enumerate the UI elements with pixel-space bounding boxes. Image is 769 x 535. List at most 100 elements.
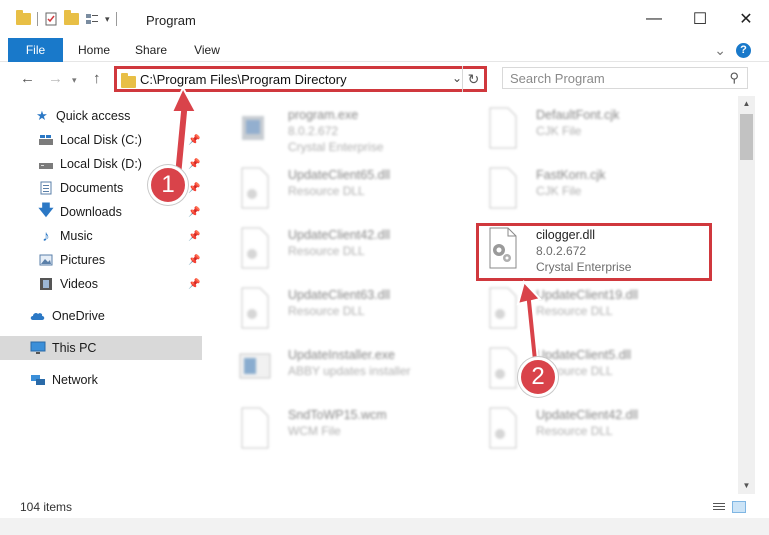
bottom-edge: [0, 518, 769, 535]
file-item[interactable]: UpdateClient5.dll Resource DLL: [474, 340, 714, 396]
step-1-badge: 1: [148, 165, 188, 205]
up-arrow-icon[interactable]: ↑: [93, 70, 101, 87]
vertical-scrollbar[interactable]: ▲ ▼: [738, 96, 755, 494]
file-item[interactable]: UpdateClient42.dll Resource DLL: [474, 400, 714, 456]
dll-file-icon: [241, 287, 269, 329]
cloud-icon: [30, 308, 46, 324]
search-input[interactable]: Search Program ⚲: [502, 67, 748, 89]
documents-icon: [38, 180, 54, 196]
network-icon: [30, 372, 46, 388]
sidebar-item-label: Downloads: [60, 205, 122, 219]
sidebar-item-label: Local Disk (D:): [60, 157, 142, 171]
step-2-badge: 2: [518, 357, 558, 397]
download-arrow-icon: 🡇: [38, 201, 54, 219]
status-bar: 104 items: [0, 494, 769, 518]
file-item[interactable]: DefaultFont.cjk CJK File: [474, 100, 714, 156]
title-bar: ▾ Program — ☐ ✕: [0, 0, 769, 38]
item-count: 104 items: [20, 500, 73, 514]
sidebar-item-label: Videos: [60, 277, 98, 291]
scroll-up-arrow-icon[interactable]: ▲: [738, 96, 755, 112]
pin-icon[interactable]: 📌: [188, 183, 200, 194]
dll-file-icon: [489, 347, 517, 389]
sidebar-item-label: Local Disk (C:): [60, 133, 142, 147]
sidebar-item-this-pc[interactable]: This PC: [0, 336, 202, 360]
exe-file-icon: [242, 116, 264, 140]
file-item[interactable]: UpdateClient19.dll Resource DLL: [474, 280, 714, 336]
sidebar-item-local-disk-c[interactable]: Local Disk (C:) 📌: [0, 128, 202, 152]
folder-icon[interactable]: [16, 10, 31, 25]
file-item[interactable]: program.exe 8.0.2.672 Crystal Enterprise: [226, 100, 466, 156]
file-item[interactable]: UpdateClient65.dll Resource DLL: [226, 160, 466, 216]
sidebar-item-label: Music: [60, 229, 93, 243]
minimize-button[interactable]: —: [631, 0, 677, 38]
pin-icon[interactable]: 📌: [188, 135, 200, 146]
file-list: program.exe 8.0.2.672 Crystal Enterprise…: [206, 96, 738, 494]
sidebar-item-onedrive[interactable]: OneDrive: [0, 304, 202, 328]
sidebar-item-videos[interactable]: Videos 📌: [0, 272, 202, 296]
drive-icon: [38, 132, 54, 148]
folder-icon: [121, 73, 136, 88]
tab-view[interactable]: View: [188, 38, 226, 62]
pin-icon[interactable]: 📌: [188, 255, 200, 266]
generic-file-icon: [489, 167, 517, 209]
dll-file-icon: [489, 407, 517, 449]
address-path[interactable]: C:\Program Files\Program Directory: [140, 72, 347, 87]
search-placeholder: Search Program: [510, 71, 605, 86]
pictures-icon: [38, 252, 54, 268]
large-icons-view-icon[interactable]: [732, 501, 746, 513]
new-folder-icon[interactable]: [64, 10, 79, 25]
expand-ribbon-chevron-icon[interactable]: ⌄: [714, 42, 726, 59]
dll-file-icon: [241, 167, 269, 209]
sidebar-item-label: This PC: [52, 341, 97, 355]
close-button[interactable]: ✕: [723, 0, 769, 38]
search-icon[interactable]: ⚲: [729, 70, 739, 86]
file-item[interactable]: FastKorn.cjk CJK File: [474, 160, 714, 216]
details-view-icon[interactable]: [712, 501, 726, 513]
pin-icon[interactable]: 📌: [188, 231, 200, 242]
pin-icon[interactable]: 📌: [188, 159, 200, 170]
drive-icon: [38, 156, 54, 172]
scroll-down-arrow-icon[interactable]: ▼: [738, 478, 755, 494]
installer-file-icon: [239, 353, 271, 379]
sidebar-item-label: OneDrive: [52, 309, 105, 323]
recent-locations-chevron-icon[interactable]: ▾: [72, 75, 77, 86]
tab-share[interactable]: Share: [131, 38, 171, 62]
pin-icon[interactable]: 📌: [188, 279, 200, 290]
view-options-icon[interactable]: [85, 12, 99, 26]
cilogger-highlight-frame: [476, 223, 712, 281]
toolbar-separator: [37, 12, 38, 26]
sidebar-item-pictures[interactable]: Pictures 📌: [0, 248, 202, 272]
navigation-pane: ★ Quick access Local Disk (C:) 📌 Local D…: [0, 96, 202, 494]
help-icon[interactable]: ?: [736, 43, 751, 58]
generic-file-icon: [489, 107, 517, 149]
sidebar-item-music[interactable]: ♪ Music 📌: [0, 224, 202, 248]
back-arrow-icon[interactable]: ←: [20, 70, 35, 87]
generic-file-icon: [241, 407, 269, 449]
properties-icon[interactable]: [44, 12, 58, 26]
sidebar-item-label: Quick access: [56, 109, 131, 123]
window-title: Program: [146, 13, 196, 28]
customize-toolbar-chevron-icon[interactable]: ▾: [105, 14, 110, 25]
file-item[interactable]: UpdateInstaller.exe ABBY updates install…: [226, 340, 466, 396]
quick-access-toolbar: ▾: [16, 10, 117, 26]
ribbon-tabs: File Home Share View ⌄ ?: [0, 38, 769, 62]
address-bar[interactable]: C:\Program Files\Program Directory ⌄ ↻: [114, 66, 487, 92]
sidebar-item-network[interactable]: Network: [0, 368, 202, 392]
scrollbar-thumb[interactable]: [740, 114, 753, 160]
sidebar-item-quick-access[interactable]: ★ Quick access: [0, 104, 202, 128]
sidebar-item-label: Network: [52, 373, 98, 387]
file-item[interactable]: UpdateClient42.dll Resource DLL: [226, 220, 466, 276]
tab-home[interactable]: Home: [74, 38, 114, 62]
music-note-icon: ♪: [42, 227, 50, 245]
address-history-chevron-icon[interactable]: ⌄: [452, 71, 462, 85]
dll-file-icon: [489, 287, 517, 329]
file-item[interactable]: SndToWP15.wcm WCM File: [226, 400, 466, 456]
file-item[interactable]: UpdateClient63.dll Resource DLL: [226, 280, 466, 336]
sidebar-item-label: Documents: [60, 181, 124, 195]
toolbar-separator: [115, 12, 117, 26]
tab-file[interactable]: File: [8, 38, 63, 62]
refresh-icon[interactable]: ↻: [462, 66, 484, 92]
maximize-button[interactable]: ☐: [677, 0, 723, 38]
pin-icon[interactable]: 📌: [188, 207, 200, 218]
forward-arrow-icon[interactable]: →: [48, 70, 63, 87]
